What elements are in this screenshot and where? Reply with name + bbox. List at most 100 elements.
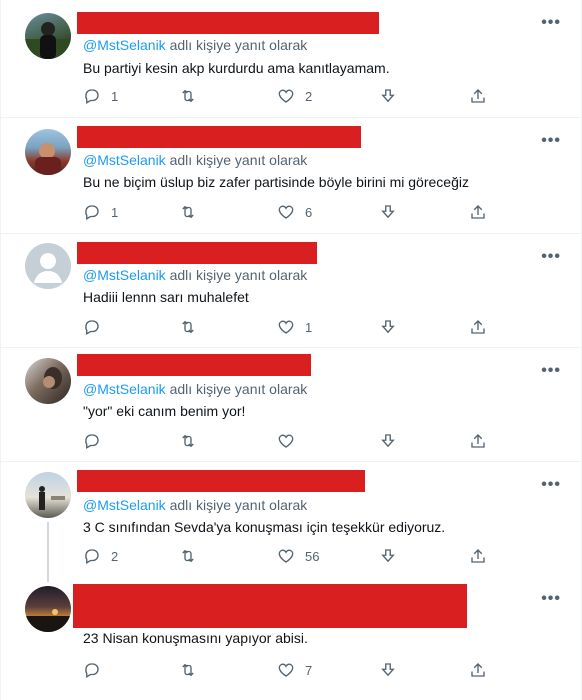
download-button[interactable] [379,202,397,222]
mention-link[interactable]: @MstSelanik [83,267,166,283]
more-icon[interactable]: ••• [541,363,561,379]
more-icon[interactable]: ••• [541,133,561,149]
retweet-icon [182,549,194,563]
share-button[interactable] [469,202,487,222]
mention-link[interactable]: @MstSelanik [83,152,166,168]
tweet-text: 23 Nisan konuşmasını yapıyor abisi. [83,630,308,646]
download-icon [381,205,395,219]
like-button[interactable]: 1 [277,317,312,337]
tweet-text: Bu ne biçim üslup biz zafer partisinde b… [83,174,469,190]
avatar[interactable] [25,586,71,632]
tweet-text: 3 C sınıfından Sevda'ya konuşması için t… [83,519,446,535]
like-button[interactable]: 56 [277,546,319,566]
retweet-button[interactable] [179,86,207,106]
more-icon[interactable]: ••• [541,477,561,493]
avatar[interactable] [25,13,71,59]
like-icon [278,434,294,448]
share-button[interactable] [469,431,487,451]
more-icon[interactable]: ••• [541,15,561,31]
like-icon [278,320,294,334]
like-button[interactable]: 6 [277,202,312,222]
thread-line [47,522,49,582]
tweet[interactable]: ••• @MstSelanik adlı kişiye yanıt olarak… [1,0,581,118]
avatar[interactable] [25,129,71,175]
download-button[interactable] [379,317,397,337]
retweet-icon [182,663,194,677]
like-icon [278,89,294,103]
avatar[interactable] [25,358,71,404]
tweet[interactable]: ••• @MstSelanik adlı kişiye yanıt olarak… [1,234,581,348]
share-icon [471,434,485,448]
redacted-name [73,584,467,628]
retweet-button[interactable] [179,546,207,566]
share-button[interactable] [469,660,487,680]
download-icon [381,320,395,334]
retweet-button[interactable] [179,660,207,680]
reply-button[interactable] [83,660,111,680]
redacted-name [77,354,311,376]
share-icon [471,89,485,103]
more-icon[interactable]: ••• [541,249,561,265]
mention-link[interactable]: @MstSelanik [83,37,166,53]
tweet[interactable]: ••• @MstSelanik adlı kişiye yanıt olarak… [1,348,581,462]
share-button[interactable] [469,546,487,566]
share-icon [471,205,485,219]
avatar[interactable] [25,243,71,289]
reply-icon [85,320,99,335]
redacted-name [77,242,317,264]
retweet-icon [182,320,194,334]
share-icon [471,320,485,334]
retweet-icon [182,434,194,448]
reply-context: @MstSelanik adlı kişiye yanıt olarak [83,152,308,168]
download-button[interactable] [379,546,397,566]
mention-link[interactable]: @MstSelanik [83,381,166,397]
retweet-button[interactable] [179,431,207,451]
download-icon [381,434,395,448]
reply-feed: ••• @MstSelanik adlı kişiye yanıt olarak… [0,0,582,700]
redacted-name [77,126,361,148]
share-button[interactable] [469,317,487,337]
like-icon [278,205,294,219]
reply-context: @MstSelanik adlı kişiye yanıt olarak [83,497,308,513]
reply-icon [85,663,99,678]
reply-button[interactable]: 2 [83,546,118,566]
avatar[interactable] [25,472,71,518]
download-button[interactable] [379,431,397,451]
reply-icon [85,434,99,449]
like-button[interactable]: 7 [277,660,312,680]
reply-icon [85,89,99,104]
tweet[interactable]: ••• @MstSelanik adlı kişiye yanıt olarak… [1,462,581,582]
redacted-name [77,12,379,34]
download-button[interactable] [379,660,397,680]
tweet[interactable]: ••• @MstSelanik adlı kişiye yanıt olarak… [1,118,581,234]
share-button[interactable] [469,86,487,106]
tweet[interactable]: ••• 23 Nisan konuşmasını yapıyor abisi. … [1,580,581,700]
reply-button[interactable]: 1 [83,202,118,222]
download-icon [381,89,395,103]
tweet-actions: 1 [83,317,503,337]
share-icon [471,549,485,563]
download-icon [381,549,395,563]
retweet-button[interactable] [179,202,207,222]
retweet-button[interactable] [179,317,207,337]
share-icon [471,663,485,677]
reply-button[interactable] [83,431,111,451]
reply-context: @MstSelanik adlı kişiye yanıt olarak [83,37,308,53]
more-icon[interactable]: ••• [541,591,561,607]
reply-context: @MstSelanik adlı kişiye yanıt olarak [83,381,308,397]
tweet-actions: 1 2 [83,86,503,106]
like-icon [278,663,294,677]
reply-icon [85,549,99,564]
tweet-actions: 7 [83,660,503,680]
retweet-icon [182,205,194,219]
reply-button[interactable] [83,317,111,337]
tweet-actions: 2 56 [83,546,503,566]
like-button[interactable] [277,431,305,451]
tweet-text: "yor" eki canım benim yor! [83,403,246,419]
like-button[interactable]: 2 [277,86,312,106]
download-button[interactable] [379,86,397,106]
mention-link[interactable]: @MstSelanik [83,497,166,513]
like-icon [278,549,294,563]
tweet-text: Bu partiyi kesin akp kurdurdu ama kanıtl… [83,60,390,76]
reply-button[interactable]: 1 [83,86,118,106]
